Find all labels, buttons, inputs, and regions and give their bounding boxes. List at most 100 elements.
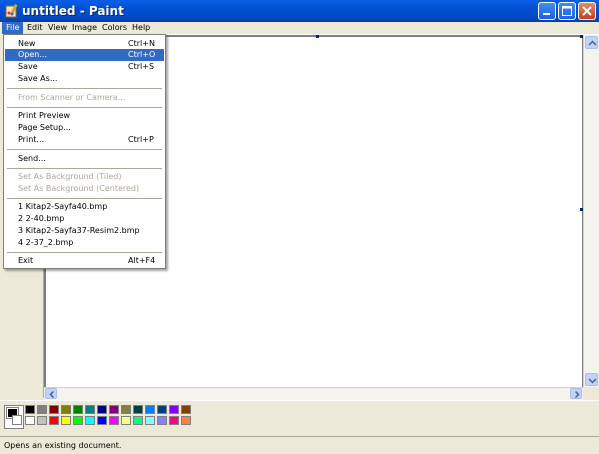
menu-save[interactable]: Save Ctrl+S [5,61,164,73]
menu-print-preview[interactable]: Print Preview [5,110,164,122]
color-swatch[interactable] [49,416,59,425]
color-swatch[interactable] [37,416,47,425]
minimize-button[interactable] [538,2,556,20]
menu-bar: File Edit View Image Colors Help [0,22,599,34]
scroll-down-icon [588,378,597,384]
window-title: untitled - Paint [22,4,124,18]
menu-print-shortcut: Ctrl+P [128,135,154,144]
color-swatch[interactable] [169,416,179,425]
menu-page-setup[interactable]: Page Setup... [5,122,164,134]
menu-print-preview-label: Print Preview [18,111,71,120]
menu-image[interactable]: Image [68,22,101,34]
title-bar[interactable]: untitled - Paint [0,0,599,23]
paint-app-icon[interactable] [4,3,20,19]
menu-page-setup-label: Page Setup... [18,123,71,132]
color-swatch[interactable] [157,416,167,425]
resize-handle-top[interactable] [316,35,319,38]
scroll-down-button[interactable] [585,373,598,386]
color-swatch[interactable] [61,416,71,425]
menu-exit-shortcut: Alt+F4 [128,256,156,265]
scroll-left-icon [49,390,55,399]
color-swatch[interactable] [133,405,143,414]
color-swatch[interactable] [97,416,107,425]
menu-open-label: Open... [18,50,47,59]
menu-help[interactable]: Help [128,22,154,34]
paint-window: untitled - Paint File Edit View Image Co… [0,0,599,454]
menu-view[interactable]: View [44,22,71,34]
menu-separator [7,252,162,253]
menu-from-scanner-label: From Scanner or Camera... [18,93,126,102]
color-swatch[interactable] [157,405,167,414]
vertical-scrollbar[interactable] [583,35,599,387]
color-swatch[interactable] [49,405,59,414]
menu-send[interactable]: Send... [5,153,164,165]
menu-separator [7,88,162,89]
menu-from-scanner: From Scanner or Camera... [5,92,164,104]
color-swatch[interactable] [37,405,47,414]
color-swatch[interactable] [109,416,119,425]
menu-open[interactable]: Open... Ctrl+O [5,49,164,61]
menu-open-shortcut: Ctrl+O [128,50,156,59]
menu-recent-file[interactable]: 3 Kitap2-Sayfa37-Resim2.bmp [5,225,164,237]
maximize-icon [562,6,572,16]
menu-bg-centered-label: Set As Background (Centered) [18,184,140,193]
menu-save-as[interactable]: Save As... [5,73,164,85]
color-swatch[interactable] [181,416,191,425]
recent-file-label: 1 Kitap2-Sayfa40.bmp [18,202,108,211]
menu-exit-label: Exit [18,256,34,265]
background-color[interactable] [12,415,22,425]
color-swatch[interactable] [145,416,155,425]
menu-recent-file[interactable]: 4 2-37_2.bmp [5,237,164,249]
color-swatch[interactable] [169,405,179,414]
menu-print-label: Print... [18,135,45,144]
color-swatch[interactable] [73,405,83,414]
menu-separator [7,168,162,169]
menu-separator [7,198,162,199]
menu-recent-file[interactable]: 1 Kitap2-Sayfa40.bmp [5,201,164,213]
color-swatch[interactable] [133,416,143,425]
color-swatch[interactable] [61,405,71,414]
color-swatch[interactable] [25,405,35,414]
minimize-icon [543,13,550,15]
color-swatch[interactable] [85,405,95,414]
recent-file-label: 2 2-40.bmp [18,214,65,223]
color-swatch[interactable] [145,405,155,414]
menu-print[interactable]: Print... Ctrl+P [5,134,164,146]
color-swatch[interactable] [109,405,119,414]
menu-save-as-label: Save As... [18,74,58,83]
scroll-right-icon [574,390,580,399]
close-icon [582,6,592,16]
menu-send-label: Send... [18,154,46,163]
color-swatch[interactable] [97,405,107,414]
file-menu-dropdown: New Ctrl+N Open... Ctrl+O Save Ctrl+S Sa… [3,34,166,269]
menu-separator [7,107,162,108]
horizontal-scrollbar[interactable] [44,387,583,400]
menu-colors[interactable]: Colors [98,22,131,34]
color-swatch[interactable] [25,416,35,425]
menu-separator [7,149,162,150]
scroll-right-button[interactable] [570,388,582,399]
scroll-up-button[interactable] [585,36,598,49]
scroll-left-button[interactable] [45,388,57,399]
menu-file[interactable]: File [2,22,24,34]
menu-exit[interactable]: Exit Alt+F4 [5,255,164,267]
recent-file-label: 4 2-37_2.bmp [18,238,74,247]
color-swatch[interactable] [121,416,131,425]
recent-file-label: 3 Kitap2-Sayfa37-Resim2.bmp [18,226,140,235]
status-bar: Opens an existing document. [0,436,599,454]
scroll-up-icon [588,40,597,46]
menu-bg-tiled: Set As Background (Tiled) [5,171,164,183]
menu-bg-centered: Set As Background (Centered) [5,183,164,195]
menu-recent-file[interactable]: 2 2-40.bmp [5,213,164,225]
menu-save-label: Save [18,62,38,71]
color-swatch[interactable] [181,405,191,414]
menu-edit[interactable]: Edit [23,22,47,34]
color-swatch[interactable] [85,416,95,425]
menu-bg-tiled-label: Set As Background (Tiled) [18,172,122,181]
color-swatch[interactable] [73,416,83,425]
status-text: Opens an existing document. [4,441,122,450]
maximize-button[interactable] [558,2,576,20]
menu-save-shortcut: Ctrl+S [128,62,155,71]
color-swatch[interactable] [121,405,131,414]
close-button[interactable] [578,2,596,20]
